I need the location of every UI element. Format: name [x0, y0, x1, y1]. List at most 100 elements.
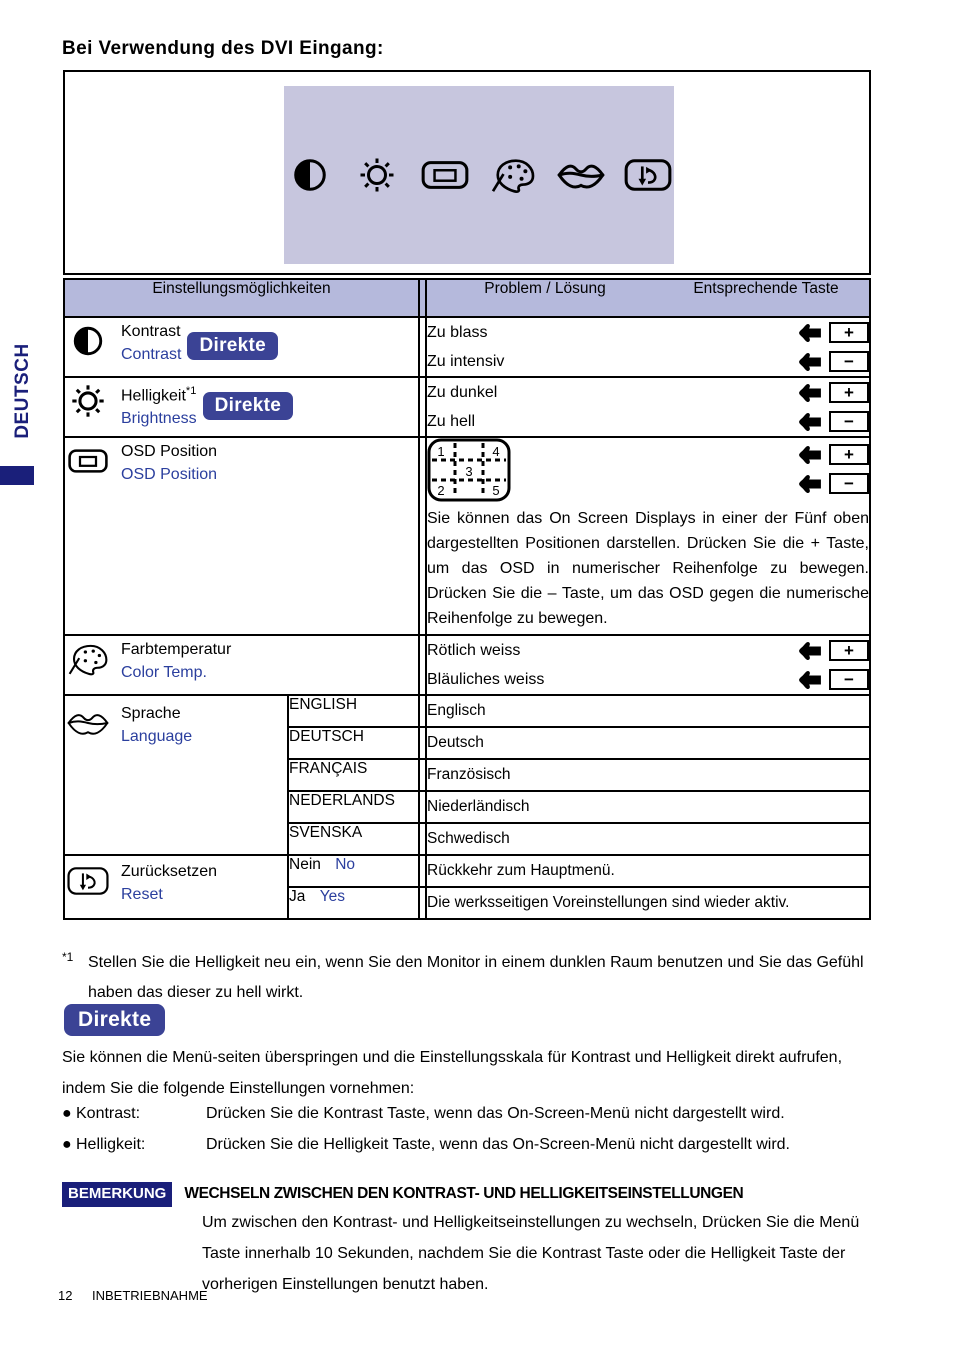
language-option-meaning: Englisch — [425, 694, 871, 728]
brightness-name-de: Helligkeit*1 — [121, 385, 197, 405]
color-temp-problem-cell: Rötlich weiss + Bläuliches weiss − — [425, 634, 871, 696]
key-combo: − — [797, 351, 869, 372]
key-combo: + — [797, 444, 869, 465]
osd-position-icon — [65, 438, 111, 482]
header-settings: Einstellungsmöglichkeiten — [63, 278, 420, 318]
direkte-badge-brightness: Direkte — [202, 392, 294, 420]
bullet-text: Drücken Sie die Kontrast Taste, wenn das… — [206, 1105, 785, 1122]
bullet-label: Kontrast: — [76, 1105, 141, 1122]
problem-line: Rötlich weiss + — [427, 636, 869, 665]
reset-option-value[interactable]: Ja Yes — [287, 886, 420, 920]
osd-position-icon — [419, 149, 471, 201]
pos-label-2: 2 — [437, 483, 444, 498]
footnote-marker: *1 — [62, 950, 74, 964]
color-temp-setting-cell: Farbtemperatur Color Temp. — [63, 634, 420, 696]
reset-name-de: Zurücksetzen — [121, 863, 218, 880]
table-row-language: Sprache Language ENGLISH Englisch — [63, 694, 871, 856]
column-gap — [418, 634, 427, 696]
problem-line: Zu dunkel + — [427, 378, 869, 407]
remark-body: Um zwischen den Kontrast- und Helligkeit… — [202, 1214, 860, 1293]
osd-preview-frame — [63, 70, 871, 275]
contrast-name-de: Kontrast — [121, 323, 181, 340]
language-option-meaning: Niederländisch — [425, 790, 871, 824]
document-page: Bei Verwendung des DVI Eingang: Einstell… — [0, 0, 954, 1352]
direkte-badge-contrast: Direkte — [187, 332, 278, 360]
list-item: ● Helligkeit: Drücken Sie die Helligkeit… — [62, 1129, 874, 1160]
key-combo: + — [797, 640, 869, 661]
reset-option-value-de: Ja — [289, 888, 306, 905]
osd-position-name-de: OSD Position — [121, 443, 218, 460]
key-combo: − — [797, 669, 869, 690]
footnote: *1 Stellen Sie die Helligkeit neu ein, w… — [62, 948, 874, 1008]
reset-option-value-en: No — [335, 856, 356, 873]
minus-key[interactable]: − — [829, 411, 869, 432]
problem-line: Bläuliches weiss − — [427, 665, 869, 694]
color-temp-name-de: Farbtemperatur — [121, 641, 232, 658]
bullet-dot-icon: ● — [62, 1136, 72, 1153]
minus-key[interactable]: − — [829, 669, 869, 690]
table-header-row: Einstellungsmöglichkeiten Problem / Lösu… — [63, 278, 871, 318]
reset-option-value[interactable]: Nein No — [287, 854, 420, 888]
column-gap — [418, 854, 427, 888]
column-gap — [418, 436, 427, 636]
column-gap — [418, 316, 427, 378]
problem-text: Zu blass — [427, 323, 488, 341]
brightness-setting-cell: Helligkeit*1 Brightness Direkte — [63, 376, 420, 438]
header-problem: Problem / Lösung — [484, 280, 606, 297]
key-combo: + — [797, 382, 869, 403]
column-gap — [418, 726, 427, 760]
table-row-reset: Zurücksetzen Reset Nein No Rückkehr zum … — [63, 854, 871, 920]
plus-key[interactable]: + — [829, 640, 869, 661]
color-temp-icon — [487, 149, 539, 201]
key-line: + — [797, 440, 869, 469]
osd-position-map: 1 4 3 2 5 — [427, 438, 519, 502]
pos-label-1: 1 — [437, 444, 444, 459]
pointing-hand-icon — [799, 670, 821, 689]
pointing-hand-icon — [799, 641, 821, 660]
osd-icon-row — [284, 144, 674, 206]
language-option-value[interactable]: SVENSKA — [287, 822, 420, 856]
header-problem-and-button: Problem / Lösung Entsprechende Taste — [425, 278, 871, 318]
language-option-value[interactable]: DEUTSCH — [287, 726, 420, 760]
pointing-hand-icon — [799, 383, 821, 402]
pointing-hand-icon — [799, 352, 821, 371]
key-combo: + — [797, 322, 869, 343]
reset-icon — [65, 858, 111, 902]
footer-section: INBETRIEBNAHME — [92, 1288, 208, 1303]
contrast-problem-cell: Zu blass + Zu intensiv − — [425, 316, 871, 378]
column-gap — [418, 758, 427, 792]
header-button: Entsprechende Taste — [693, 280, 839, 297]
problem-line: Zu hell − — [427, 407, 869, 436]
language-icon — [65, 700, 111, 744]
table-row-color-temp: Farbtemperatur Color Temp. Rötlich weiss… — [63, 634, 871, 696]
language-name-en: Language — [121, 728, 193, 745]
column-gap — [418, 278, 427, 318]
direkte-intro-text: Sie können die Menü-seiten überspringen … — [62, 1049, 843, 1097]
plus-key[interactable]: + — [829, 322, 869, 343]
column-gap — [418, 790, 427, 824]
problem-line: Zu intensiv − — [427, 347, 869, 376]
brightness-icon — [352, 149, 404, 201]
footnote-text: Stellen Sie die Helligkeit neu ein, wenn… — [88, 954, 864, 1001]
language-icon — [555, 149, 607, 201]
page-title: Bei Verwendung des DVI Eingang: — [62, 38, 384, 59]
plus-key[interactable]: + — [829, 444, 869, 465]
pointing-hand-icon — [799, 474, 821, 493]
table-row-contrast: Kontrast Contrast Direkte Zu blass + Zu … — [63, 316, 871, 378]
key-combo: − — [797, 411, 869, 432]
minus-key[interactable]: − — [829, 351, 869, 372]
remark-tag: BEMERKUNG — [62, 1182, 173, 1207]
table-row-osd-position: OSD Position OSD Position 1 4 3 2 5 + − … — [63, 436, 871, 636]
language-option-value[interactable]: FRANÇAIS — [287, 758, 420, 792]
reset-option-value-de: Nein — [289, 856, 321, 873]
page-footer: 12 INBETRIEBNAHME — [58, 1288, 208, 1303]
language-option-value[interactable]: NEDERLANDS — [287, 790, 420, 824]
minus-key[interactable]: − — [829, 473, 869, 494]
language-option-value[interactable]: ENGLISH — [287, 694, 420, 728]
pointing-hand-icon — [799, 412, 821, 431]
brightness-problem-cell: Zu dunkel + Zu hell − — [425, 376, 871, 438]
plus-key[interactable]: + — [829, 382, 869, 403]
pos-label-5: 5 — [492, 483, 499, 498]
reset-option-meaning: Die werksseitigen Voreinstellungen sind … — [425, 886, 871, 920]
contrast-name-en: Contrast — [121, 346, 182, 363]
